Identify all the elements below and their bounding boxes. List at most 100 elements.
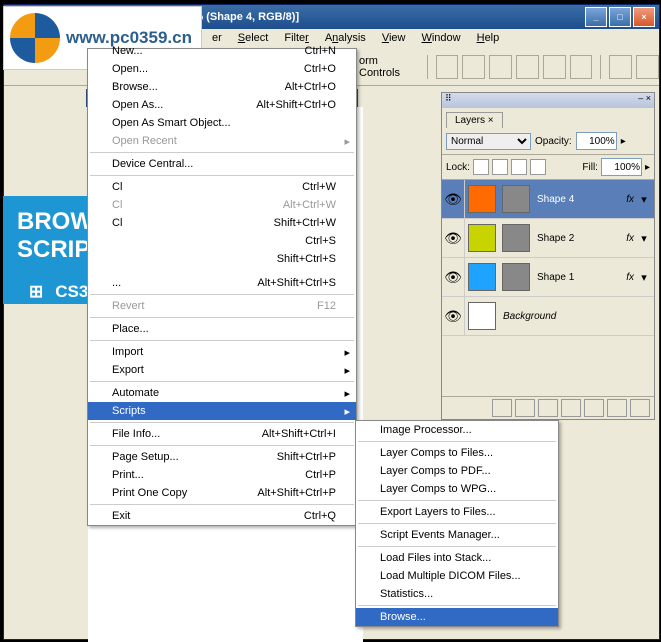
submenu-item[interactable]: Script Events Manager... (356, 526, 558, 544)
menu-separator (90, 340, 354, 341)
layer-row[interactable]: 👁Shape 2fx▾ (442, 219, 654, 258)
vector-mask-thumb (502, 224, 530, 252)
panel-header[interactable]: ⠿ – × (442, 93, 654, 108)
menu-view[interactable]: View (374, 29, 414, 49)
menu-item[interactable]: ClShift+Ctrl+W (88, 214, 356, 232)
layer-row[interactable]: 👁 Background (442, 297, 654, 336)
adjustment-layer-button[interactable] (561, 399, 581, 417)
submenu-item[interactable]: Browse... (356, 608, 558, 626)
align-button-7[interactable] (609, 55, 632, 79)
align-button-3[interactable] (489, 55, 512, 79)
menu-item[interactable]: Shift+Ctrl+S (88, 250, 356, 268)
visibility-eye-icon[interactable]: 👁 (442, 258, 465, 296)
layer-row[interactable]: 👁 Shape 1 fx ▾ (442, 258, 654, 297)
lock-all-icon[interactable] (530, 159, 546, 175)
fx-toggle-icon[interactable]: ▾ (638, 232, 650, 245)
fill-arrow-icon[interactable]: ▸ (645, 162, 650, 173)
layer-thumb (468, 224, 496, 252)
submenu-item[interactable]: Load Multiple DICOM Files... (356, 567, 558, 585)
menu-window[interactable]: Window (413, 29, 468, 49)
menu-separator (90, 381, 354, 382)
menu-item[interactable]: Open As Smart Object... (88, 114, 356, 132)
close-button[interactable]: × (633, 7, 655, 27)
menu-item[interactable]: Open...Ctrl+O (88, 60, 356, 78)
panel-close-icon[interactable]: × (646, 93, 651, 103)
menu-item[interactable]: ...Alt+Shift+Ctrl+S (88, 274, 356, 292)
opacity-arrow-icon[interactable]: ▸ (621, 136, 626, 147)
menu-item[interactable]: Import▸ (88, 343, 356, 361)
layer-mask-button[interactable] (538, 399, 558, 417)
windows-icon: ⊞ (29, 282, 43, 302)
blend-mode-select[interactable]: Normal (446, 133, 531, 150)
new-layer-button[interactable] (607, 399, 627, 417)
align-button-6[interactable] (570, 55, 593, 79)
menu-item[interactable]: Page Setup...Shift+Ctrl+P (88, 448, 356, 466)
opacity-label: Opacity: (535, 136, 572, 147)
lock-position-icon[interactable] (511, 159, 527, 175)
menu-item[interactable]: Place... (88, 320, 356, 338)
layer-name: Shape 4 (537, 194, 574, 205)
submenu-item[interactable]: Export Layers to Files... (356, 503, 558, 521)
menu-item[interactable]: Ctrl+S (88, 232, 356, 250)
visibility-eye-icon[interactable]: 👁 (442, 219, 465, 257)
fx-toggle-icon[interactable]: ▾ (638, 193, 650, 206)
submenu-item[interactable]: Layer Comps to Files... (356, 444, 558, 462)
submenu-arrow-icon: ▸ (344, 135, 350, 148)
menu-separator (358, 546, 556, 547)
lock-pixels-icon[interactable] (492, 159, 508, 175)
submenu-item[interactable]: Layer Comps to PDF... (356, 462, 558, 480)
layer-style-button[interactable] (515, 399, 535, 417)
submenu-item[interactable]: Statistics... (356, 585, 558, 603)
menu-item-new[interactable]: New...Ctrl+N (88, 45, 356, 60)
visibility-eye-icon[interactable]: 👁 (442, 180, 465, 218)
fx-badge[interactable]: fx (626, 233, 634, 244)
fx-toggle-icon[interactable]: ▾ (638, 271, 650, 284)
vector-mask-thumb (502, 263, 530, 291)
menu-item[interactable]: Browse...Alt+Ctrl+O (88, 78, 356, 96)
layer-row[interactable]: 👁 Shape 4 fx ▾ (442, 180, 654, 219)
link-layers-button[interactable] (492, 399, 512, 417)
align-button-2[interactable] (462, 55, 485, 79)
menu-separator (90, 504, 354, 505)
panel-minimize-icon[interactable]: – (638, 93, 643, 103)
minimize-button[interactable]: _ (585, 7, 607, 27)
layer-name: Shape 1 (537, 272, 574, 283)
layer-group-button[interactable] (584, 399, 604, 417)
menu-item[interactable]: Export▸ (88, 361, 356, 379)
submenu-item[interactable]: Load Files into Stack... (356, 549, 558, 567)
align-button-5[interactable] (543, 55, 566, 79)
fx-badge[interactable]: fx (626, 272, 634, 283)
menu-help[interactable]: Help (469, 29, 508, 49)
maximize-button[interactable]: □ (609, 7, 631, 27)
align-button-8[interactable] (636, 55, 659, 79)
menu-item[interactable]: ClCtrl+W (88, 178, 356, 196)
align-button-1[interactable] (436, 55, 459, 79)
toolbar-divider (427, 55, 428, 79)
opacity-input[interactable] (576, 132, 617, 150)
menu-item[interactable]: Open As...Alt+Shift+Ctrl+O (88, 96, 356, 114)
submenu-arrow-icon: ▸ (344, 346, 350, 359)
menu-item[interactable]: File Info...Alt+Shift+Ctrl+I (88, 425, 356, 443)
layer-thumb (468, 302, 496, 330)
visibility-eye-icon[interactable]: 👁 (442, 297, 465, 335)
submenu-item[interactable]: Image Processor... (356, 421, 558, 439)
submenu-item[interactable]: Layer Comps to WPG... (356, 480, 558, 498)
fill-input[interactable] (601, 158, 642, 176)
menu-item[interactable]: Print...Ctrl+P (88, 466, 356, 484)
toolbar-label: orm Controls (359, 55, 419, 79)
menu-item[interactable]: ExitCtrl+Q (88, 507, 356, 525)
menu-item[interactable]: Scripts▸ (88, 402, 356, 420)
menu-item[interactable]: Print One CopyAlt+Shift+Ctrl+P (88, 484, 356, 502)
menu-separator (358, 523, 556, 524)
menu-item[interactable]: Device Central... (88, 155, 356, 173)
menu-item: ClAlt+Ctrl+W (88, 196, 356, 214)
fx-badge[interactable]: fx (626, 194, 634, 205)
menu-item: Open Recent▸ (88, 132, 356, 150)
layers-tab[interactable]: Layers × (446, 112, 503, 128)
menu-item[interactable]: Automate▸ (88, 384, 356, 402)
submenu-arrow-icon: ▸ (344, 387, 350, 400)
layer-name: Background (503, 311, 556, 322)
lock-transparent-icon[interactable] (473, 159, 489, 175)
align-button-4[interactable] (516, 55, 539, 79)
delete-layer-button[interactable] (630, 399, 650, 417)
